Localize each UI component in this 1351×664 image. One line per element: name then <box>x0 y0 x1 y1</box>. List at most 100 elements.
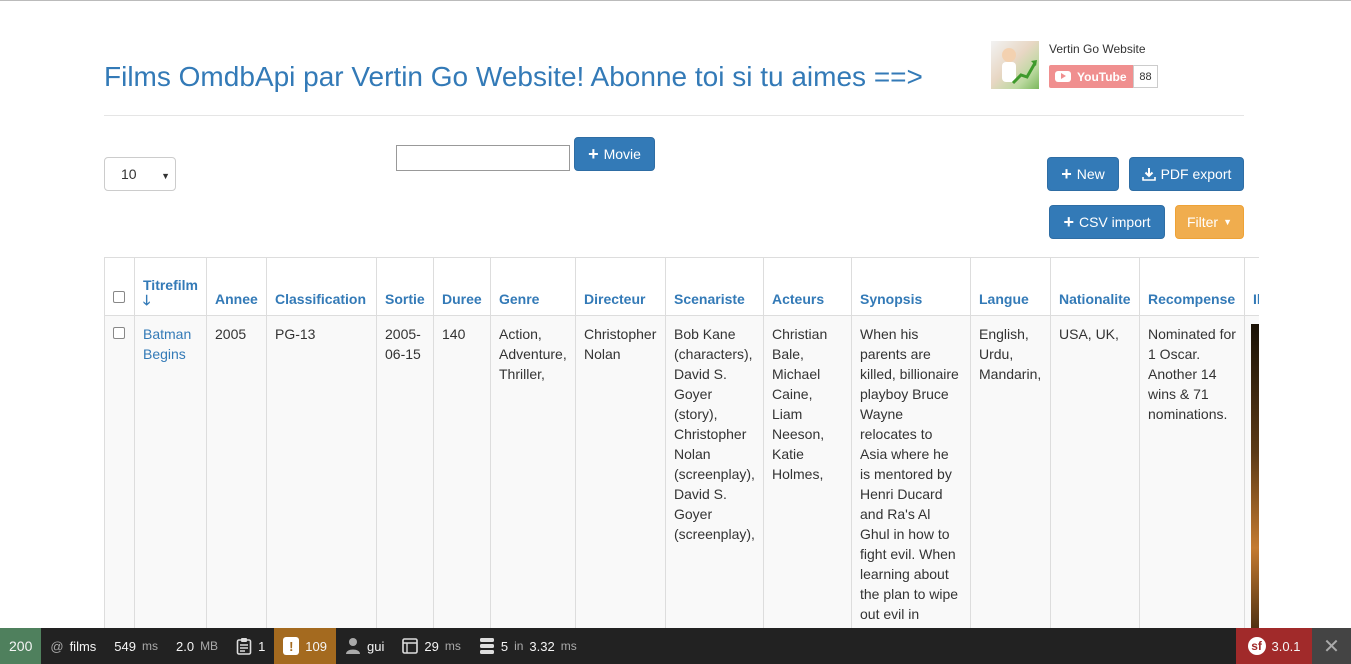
time-value: 549 <box>114 638 136 654</box>
warnings-count: 109 <box>305 638 327 654</box>
row-select-cell <box>104 315 135 628</box>
render-time-info[interactable]: 29 ms <box>393 628 469 664</box>
user-info[interactable]: gui <box>336 628 393 664</box>
plus-icon: + <box>588 144 599 164</box>
cell-directeur: Christopher Nolan <box>575 315 666 628</box>
table-row: Batman Begins 2005 PG-13 2005-06-15 140 … <box>104 315 1259 628</box>
memory-unit: MB <box>200 639 219 653</box>
per-page-select[interactable]: 10 ▼ <box>104 157 176 191</box>
queries-in: in <box>514 639 524 653</box>
youtube-label: YouTube <box>1077 69 1127 84</box>
channel-name[interactable]: Vertin Go Website <box>1049 42 1146 56</box>
film-title-link[interactable]: Batman Begins <box>143 326 191 362</box>
column-header-nationalite[interactable]: Nationalite <box>1050 257 1140 316</box>
column-header-duree[interactable]: Duree <box>433 257 491 316</box>
youtube-subscribe-widget: Vertin Go Website YouTube 88 <box>991 41 1166 91</box>
cell-poster <box>1244 315 1259 628</box>
add-movie-button[interactable]: + Movie <box>574 137 655 171</box>
cell-duree: 140 <box>433 315 491 628</box>
plus-icon: + <box>1063 212 1074 232</box>
column-header-genre[interactable]: Genre <box>490 257 576 316</box>
column-header-annee[interactable]: Annee <box>206 257 267 316</box>
table-header-row: Titrefilm 🡓 Annee Classification Sortie … <box>104 257 1259 316</box>
symfony-logo-icon: sf <box>1247 637 1266 655</box>
cell-titrefilm: Batman Begins <box>134 315 207 628</box>
clipboard-icon <box>236 638 252 655</box>
cell-recompense: Nominated for 1 Oscar. Another 14 wins &… <box>1139 315 1245 628</box>
header-divider <box>104 115 1244 116</box>
render-time-unit: ms <box>444 639 461 653</box>
plus-icon: + <box>1061 164 1072 184</box>
cell-synopsis: When his parents are killed, billionaire… <box>851 315 971 628</box>
new-button[interactable]: + New <box>1047 157 1119 191</box>
per-page-value: 10 <box>121 166 137 182</box>
pdf-export-label: PDF export <box>1160 166 1232 182</box>
database-info[interactable]: 5 in 3.32 ms <box>470 628 586 664</box>
download-icon <box>1141 168 1156 181</box>
symfony-debug-toolbar: 200 @ films 549 ms 2.0 MB 1 ! 109 gui 29… <box>0 628 1351 664</box>
warnings-info[interactable]: ! 109 <box>274 628 336 664</box>
user-icon <box>346 638 360 654</box>
films-table-container: Titrefilm 🡓 Annee Classification Sortie … <box>104 257 1259 628</box>
queries-time: 3.32 <box>529 638 555 654</box>
route-info[interactable]: @ films <box>41 628 105 664</box>
csv-import-label: CSV import <box>1078 214 1151 230</box>
youtube-subscribe-button[interactable]: YouTube <box>1049 65 1133 88</box>
filter-dropdown-button[interactable]: Filter ▼ <box>1175 205 1244 239</box>
poster-image[interactable] <box>1251 324 1259 628</box>
column-header-acteurs[interactable]: Acteurs <box>763 257 852 316</box>
add-movie-label: Movie <box>603 146 641 162</box>
status-code[interactable]: 200 <box>0 628 42 664</box>
subscriber-count: 88 <box>1133 65 1158 88</box>
movie-search-input[interactable] <box>396 145 570 171</box>
close-icon[interactable]: ✕ <box>1312 628 1351 664</box>
warning-icon: ! <box>283 637 300 655</box>
column-header-scenariste[interactable]: Scenariste <box>665 257 764 316</box>
youtube-icon <box>1055 71 1071 82</box>
page-title: Films OmdbApi par Vertin Go Website! Abo… <box>104 61 923 92</box>
chevron-down-icon: ▼ <box>161 171 170 181</box>
at-icon: @ <box>50 638 64 654</box>
column-header-synopsis[interactable]: Synopsis <box>851 257 971 316</box>
cell-genre: Action, Adventure, Thriller, <box>490 315 576 628</box>
memory-value: 2.0 <box>175 638 195 654</box>
template-icon <box>402 638 419 654</box>
render-time-value: 29 <box>424 638 439 654</box>
time-info[interactable]: 549 ms <box>105 628 167 664</box>
column-header-truncated[interactable]: Il <box>1244 257 1259 316</box>
queries-count: 5 <box>500 638 509 654</box>
version-label: 3.0.1 <box>1271 638 1301 654</box>
logs-info[interactable]: 1 <box>227 628 274 664</box>
cell-sortie: 2005-06-15 <box>376 315 434 628</box>
symfony-version[interactable]: sf 3.0.1 <box>1236 628 1312 664</box>
time-unit: ms <box>141 639 158 653</box>
route-name: films <box>69 638 97 654</box>
filter-label: Filter <box>1186 214 1219 230</box>
pdf-export-button[interactable]: PDF export <box>1129 157 1244 191</box>
user-name: gui <box>367 638 385 654</box>
cell-annee: 2005 <box>206 315 267 628</box>
cell-classification: PG-13 <box>266 315 377 628</box>
select-all-checkbox[interactable] <box>113 291 125 303</box>
logs-count: 1 <box>258 638 266 654</box>
queries-unit: ms <box>560 639 577 653</box>
column-header-recompense[interactable]: Recompense <box>1139 257 1245 316</box>
cell-langue: English, Urdu, Mandarin, <box>970 315 1051 628</box>
csv-import-button[interactable]: + CSV import <box>1049 205 1165 239</box>
column-header-sortie[interactable]: Sortie <box>376 257 434 316</box>
memory-info[interactable]: 2.0 MB <box>167 628 227 664</box>
cell-acteurs: Christian Bale, Michael Caine, Liam Nees… <box>763 315 852 628</box>
new-label: New <box>1076 166 1105 182</box>
column-header-titrefilm[interactable]: Titrefilm 🡓 <box>134 257 207 316</box>
row-checkbox[interactable] <box>113 327 125 339</box>
column-label: Titrefilm <box>143 277 198 293</box>
select-all-cell <box>104 257 135 316</box>
column-header-langue[interactable]: Langue <box>970 257 1051 316</box>
cell-nationalite: USA, UK, <box>1050 315 1140 628</box>
channel-avatar[interactable] <box>991 41 1039 89</box>
sort-down-arrow-icon: 🡓 <box>143 292 151 308</box>
caret-down-icon: ▼ <box>1223 217 1233 227</box>
column-header-classification[interactable]: Classification <box>266 257 377 316</box>
column-header-directeur[interactable]: Directeur <box>575 257 666 316</box>
cell-scenariste: Bob Kane (characters), David S. Goyer (s… <box>665 315 764 628</box>
